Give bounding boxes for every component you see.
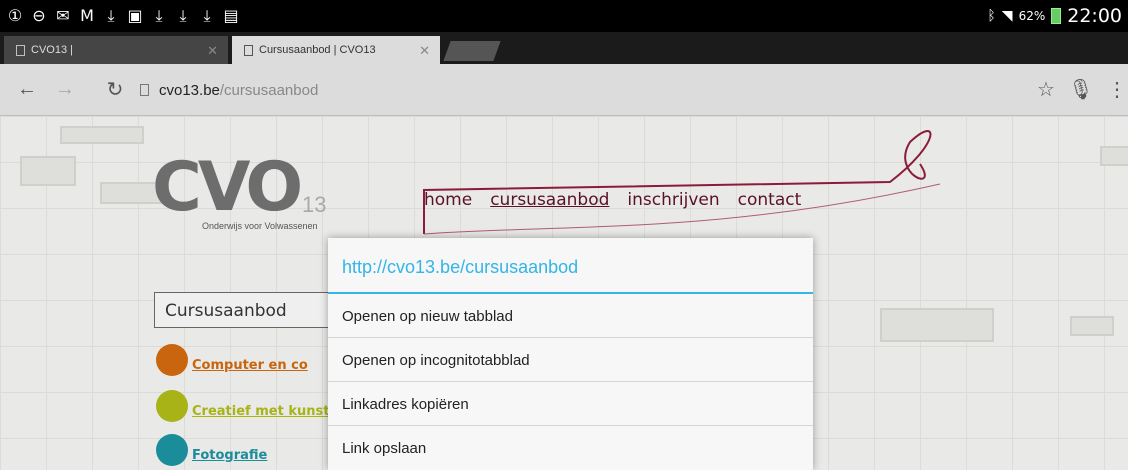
url-host: cvo13.be (159, 81, 220, 99)
category-label: Computer en co (192, 357, 308, 373)
category-computer[interactable]: Computer en co (156, 344, 308, 376)
section-title: Cursusaanbod (154, 292, 340, 328)
image-icon: ▣ (127, 6, 143, 25)
nav-home[interactable]: home (424, 190, 472, 210)
tab-title: CVO13 | (31, 44, 73, 56)
clock: 22:00 (1067, 5, 1122, 27)
browser-toolbar: ← → ↻ cvo13.be/cursusaanbod ☆ 🎙︎ ⋮ (0, 64, 1128, 116)
close-tab-icon[interactable]: ✕ (207, 43, 218, 59)
bluetooth-icon: ᛒ (987, 8, 996, 24)
decoration (1100, 146, 1128, 166)
reload-icon[interactable]: ↻ (102, 76, 128, 102)
link-context-menu: http://cvo13.be/cursusaanbod Openen op n… (328, 238, 813, 470)
dialog-title-url: http://cvo13.be/cursusaanbod (328, 238, 813, 294)
decoration (880, 308, 994, 342)
decoration (20, 156, 76, 186)
decoration (1070, 316, 1114, 336)
download-icon: ⤓ (155, 6, 163, 25)
logo-number: 13 (302, 192, 327, 217)
cvo13-logo[interactable]: CVO 13 Onderwijs voor Volwassenen (152, 146, 326, 236)
tab-cvo13[interactable]: CVO13 | ✕ (4, 36, 228, 64)
page-icon (16, 44, 25, 56)
nav-contact[interactable]: contact (738, 190, 802, 210)
open-in-new-tab-item[interactable]: Openen op nieuw tabblad (328, 294, 813, 338)
page-icon (244, 44, 253, 56)
camera-icon (156, 434, 188, 466)
decoration (60, 126, 144, 144)
copy-link-address-item[interactable]: Linkadres kopiëren (328, 382, 813, 426)
microphone-icon[interactable]: 🎙︎ (1068, 76, 1094, 102)
main-nav: home cursusaanbod inschrijven contact (424, 190, 801, 210)
category-label: Fotografie (192, 447, 268, 463)
category-fotografie[interactable]: Fotografie (156, 434, 267, 466)
notification-icons: ① ⊖ ✉ M ⤓ ▣ ⤓ ⤓ ⤓ ▤ (0, 7, 240, 25)
forward-arrow-icon[interactable]: → (52, 76, 78, 102)
palette-icon (156, 390, 188, 422)
computer-icon (156, 344, 188, 376)
url-path: /cursusaanbod (219, 81, 319, 99)
download-icon: ⤓ (107, 6, 115, 25)
download-icon: ⤓ (203, 6, 211, 25)
missed-email-icon: ✉ (56, 6, 70, 25)
battery-icon (1051, 8, 1062, 24)
open-in-incognito-item[interactable]: Openen op incognitotabblad (328, 338, 813, 382)
gmail-icon: M (80, 6, 94, 25)
bookmark-star-icon[interactable]: ☆ (1033, 76, 1059, 102)
save-link-item[interactable]: Link opslaan (328, 426, 813, 470)
logo-text: CVO (152, 148, 303, 227)
battery-percent: 62% (1018, 9, 1046, 23)
address-bar[interactable]: cvo13.be/cursusaanbod (140, 77, 1020, 103)
page-icon (140, 84, 149, 96)
tab-strip: CVO13 | ✕ Cursusaanbod | CVO13 ✕ (0, 32, 1128, 64)
nav-inschrijven[interactable]: inschrijven (627, 190, 719, 210)
shopping-bag-icon: ▤ (223, 6, 239, 25)
download-icon: ⤓ (179, 6, 187, 25)
logo-tagline: Onderwijs voor Volwassenen (202, 221, 318, 231)
do-not-disturb-icon: ⊖ (32, 6, 46, 25)
tab-cursusaanbod[interactable]: Cursusaanbod | CVO13 ✕ (232, 36, 440, 64)
new-tab-button[interactable] (443, 41, 501, 61)
wifi-icon: ◥ (1001, 8, 1013, 24)
menu-icon[interactable]: ⋮ (1104, 76, 1128, 102)
sim-1-icon: ① (7, 6, 23, 25)
category-label: Creatief met kunst (192, 403, 330, 419)
nav-cursusaanbod[interactable]: cursusaanbod (490, 190, 609, 210)
category-creatief[interactable]: Creatief met kunst (156, 390, 329, 422)
close-tab-icon[interactable]: ✕ (419, 43, 430, 59)
swoosh-decoration (423, 130, 941, 235)
status-bar: ① ⊖ ✉ M ⤓ ▣ ⤓ ⤓ ⤓ ▤ ᛒ ◥ 62% 22:00 (0, 0, 1128, 32)
tab-title: Cursusaanbod | CVO13 (259, 44, 376, 56)
back-arrow-icon[interactable]: ← (14, 76, 40, 102)
